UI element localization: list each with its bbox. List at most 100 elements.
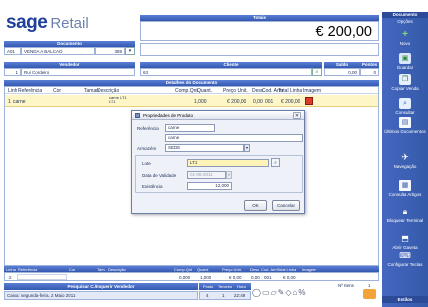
total-input-strip[interactable] [140, 43, 379, 56]
dialog-titlebar[interactable]: Propriedades de Produto ✕ [132, 111, 304, 120]
sidebar-footer[interactable]: Estilos [382, 296, 428, 303]
sidebar-item-artigos[interactable]: ▦ Consulta Artigos [382, 180, 428, 197]
total-amount-box: € 200,00 [140, 21, 379, 41]
document-type[interactable]: VENDA A BALCAO [21, 47, 95, 55]
sidebar-item-guardar[interactable]: ▣ Guardar [382, 53, 428, 70]
save-icon: ▣ [399, 53, 411, 64]
validade-field: 01-06-2011 [187, 171, 226, 179]
lote-label: Lote [142, 161, 151, 166]
status-header[interactable]: Pesquisar C./Inquerir Vendedor [4, 283, 198, 290]
dialog-close-icon[interactable]: ✕ [293, 112, 301, 119]
row-desc-pct: 0,00 [253, 99, 263, 105]
validade-calendar-icon: ▾ [226, 171, 232, 179]
detalhes-row[interactable]: 1 carne carne LT1 LT1 1,000 € 200,00 0,0… [5, 95, 378, 107]
brow-preco: € 0,00 [229, 275, 242, 280]
col-preco-unit: Preço Unit. [223, 88, 248, 94]
bcol-total-linha: Total Linha [277, 266, 297, 272]
gift-icon[interactable]: ⌂ [293, 288, 298, 297]
status-text: Caixa: segunda-feira, 2 Maio 2011 [4, 291, 198, 300]
cliente-field[interactable]: 63 [140, 68, 312, 76]
dialog-title: Propriedades de Produto [143, 113, 194, 118]
brow-quant-b: 1,000 [200, 275, 212, 280]
cancel-button[interactable]: Cancelar [272, 200, 300, 211]
bag-icon[interactable]: ◇ [285, 288, 291, 297]
sidebar-item-consultar[interactable]: ⌕ Consultar [382, 98, 428, 115]
status-cols: Posto Terceiro Hora [199, 283, 251, 290]
document-lookup-button[interactable]: ▾ [125, 47, 135, 55]
sidebar-item-ultimos[interactable]: ▤ Últimos Documentos [382, 117, 428, 134]
bcol-tam: Tam. [97, 266, 106, 272]
row-preco: € 200,00 [227, 99, 247, 105]
status-col-posto: Posto [203, 284, 214, 289]
brow-arm: 001 [264, 275, 272, 280]
sidebar-item-novo[interactable]: + Novo [382, 29, 428, 47]
sidebar-label-copiar: Copiar Venda [391, 86, 419, 91]
detalhes-columns: Linh Referência Cor Taman Descrição Comp… [5, 87, 378, 94]
numero-itens-label: Nº Itens [338, 283, 354, 288]
bcol-desc: Desc. [250, 266, 261, 272]
col-total-linha: Total Linha [278, 88, 303, 94]
armazem-dropdown-icon[interactable]: ▾ [244, 144, 250, 152]
sidebar-title: Documento [382, 12, 428, 18]
row-ref: carne [13, 99, 26, 105]
lote-lookup-icon[interactable]: ⌕ [271, 158, 280, 167]
armazem-select[interactable]: SEDE [165, 144, 244, 152]
row-linh: 1 [8, 99, 11, 105]
lote-field[interactable]: LT1 [187, 159, 269, 167]
col-referencia: Referência [18, 88, 43, 94]
document-code[interactable]: A01 [4, 47, 21, 55]
referencia-label: Referência [137, 126, 159, 131]
voucher-icon[interactable]: ✎ [278, 288, 285, 297]
plus-icon: + [402, 29, 408, 40]
product-properties-dialog: Propriedades de Produto ✕ Referência car… [131, 110, 305, 214]
pontos-value: 0 [360, 68, 379, 76]
brow-ref-field[interactable] [17, 274, 67, 280]
status-values: 4 1 22:49 [199, 291, 251, 300]
status-terceiro: 1 [222, 293, 225, 298]
row-image-icon[interactable] [305, 97, 313, 105]
dialog-app-icon [135, 113, 140, 118]
ok-button[interactable]: OK [244, 200, 267, 211]
card-icon[interactable]: ▭ [262, 288, 270, 297]
box-icon: ▦ [399, 180, 411, 191]
bcol-imagem: Imagem [302, 266, 317, 272]
sidebar-item-teclas[interactable]: ⌨ Configurar Teclas [382, 250, 428, 268]
discount-icon[interactable]: % [298, 288, 305, 297]
bottom-grid-row[interactable]: 2 0,000 1,000 € 0,00 0,00 001 € 0,00 [4, 272, 379, 281]
document-series[interactable]: 389 [95, 47, 125, 55]
row-total: € 200,00 [281, 99, 301, 105]
cart-icon[interactable] [363, 289, 376, 299]
row-quant: 1,000 [194, 99, 207, 105]
total-amount: € 200,00 [315, 24, 372, 40]
sidebar-label-bloquear: Bloquear Terminal [386, 218, 424, 223]
status-hora: 22:49 [234, 293, 246, 298]
existencia-field: 12,000 [187, 182, 232, 190]
col-quant: Quant. [197, 88, 213, 94]
sidebar-label-guardar: Guardar [396, 65, 414, 70]
descricao-field[interactable]: carne [165, 134, 303, 142]
drawer-icon: ⬒ [401, 234, 409, 243]
coins-icon[interactable]: ◯ [252, 288, 261, 297]
navigation-icon: ✈ [401, 152, 409, 162]
status-posto: 4 [206, 293, 209, 298]
col-cor: Cor [53, 88, 62, 94]
cheque-icon[interactable]: ▱ [271, 288, 277, 297]
cliente-lookup-icon[interactable]: ⌕ [312, 68, 322, 76]
col-comp-qnt: Comp.Qnt [175, 88, 198, 94]
sidebar-item-copiar[interactable]: ❐ Copiar Venda [382, 74, 428, 91]
bcol-preco-unit: Preço Unit. [222, 266, 242, 272]
brow-total: € 0,00 [283, 275, 296, 280]
referencia-field[interactable]: carne [165, 124, 215, 132]
sidebar-item-gaveta[interactable]: ⬒ Abrir Gaveta [382, 233, 428, 251]
row-arm: 001 [265, 99, 274, 105]
sidebar-label-consultar: Consultar [395, 110, 415, 115]
app-logo: sage Retail [6, 12, 142, 34]
numero-itens-value: 1 [368, 283, 371, 288]
bcol-comp-qnt: Comp.Qnt [174, 266, 193, 272]
sidebar-item-navegacao[interactable]: ✈ Navegação [382, 152, 428, 170]
existencia-label: Existência [142, 184, 163, 189]
vendedor-number[interactable]: 1 [4, 68, 21, 76]
sidebar-item-bloquear[interactable]: 🔒︎ Bloquear Terminal [382, 206, 428, 224]
brow-quant-a: 0,000 [179, 275, 191, 280]
vendedor-name[interactable]: Rui Cordeiro [21, 68, 135, 76]
